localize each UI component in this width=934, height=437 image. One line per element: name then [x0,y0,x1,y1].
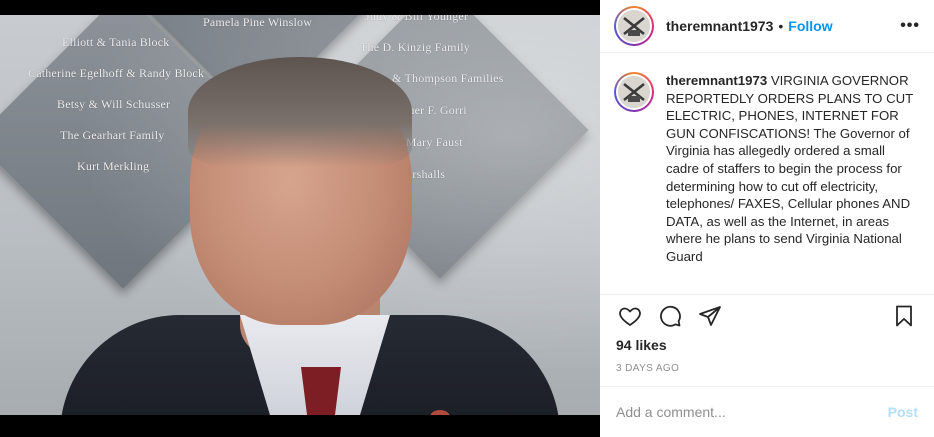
caption-body: VIRGINIA GOVERNOR REPORTEDLY ORDERS PLAN… [666,73,913,264]
comment-bar: Post [600,386,934,437]
avatar[interactable] [614,6,654,46]
crossed-rifles-icon [618,10,650,42]
plaque-name: Judy & Bill Younger [365,15,469,23]
avatar-image [618,76,650,108]
avatar-ring [616,74,652,110]
comment-input[interactable] [616,404,888,420]
heart-icon [619,307,641,326]
person-hair [188,57,412,167]
plaque-name: Elliott & Tania Block [62,35,170,49]
comment-button[interactable] [654,300,686,332]
follow-button[interactable]: Follow [788,18,832,34]
post-comment-button[interactable]: Post [888,404,918,420]
paper-plane-icon [699,306,721,326]
separator-dot: • [778,18,784,34]
caption-username[interactable]: theremnant1973 [666,73,767,88]
save-button[interactable] [888,300,920,332]
post-panel: theremnant1973 • Follow ••• theremnant19… [600,0,934,437]
like-button[interactable] [614,300,646,332]
plaque-name: The Gearhart Family [60,128,165,142]
post-timestamp[interactable]: 3 DAYS AGO [616,363,679,374]
comment-icon [660,305,681,327]
caption: theremnant1973 VIRGINIA GOVERNOR REPORTE… [614,72,920,292]
plaque-name: Kurt Merkling [77,159,150,173]
share-button[interactable] [694,300,726,332]
avatar-ring [616,8,652,44]
bookmark-icon [896,305,912,327]
post-header: theremnant1973 • Follow ••• [600,0,934,53]
avatar-image [618,10,650,42]
plaque-name: & Thompson Families [392,71,504,85]
header-username[interactable]: theremnant1973 [666,18,773,34]
divider [600,294,934,295]
plaque-name: Pamela Pine Winslow [203,15,313,29]
crossed-rifles-icon [618,76,650,108]
plaque-name: The D. Kinzig Family [360,40,470,54]
post-media[interactable]: Pamela Pine Winslow Elliott & Tania Bloc… [0,0,600,437]
plaque-name: Betsy & Will Schusser [57,97,171,111]
plaque-name: Catherine Egelhoff & Randy Block [28,66,205,80]
post-photo: Pamela Pine Winslow Elliott & Tania Bloc… [0,15,600,415]
caption-text: theremnant1973 VIRGINIA GOVERNOR REPORTE… [666,72,918,292]
more-options-icon[interactable]: ••• [900,17,920,35]
likes-count[interactable]: 94 likes [616,337,667,353]
caption-avatar[interactable] [614,72,654,112]
action-bar [614,300,920,332]
